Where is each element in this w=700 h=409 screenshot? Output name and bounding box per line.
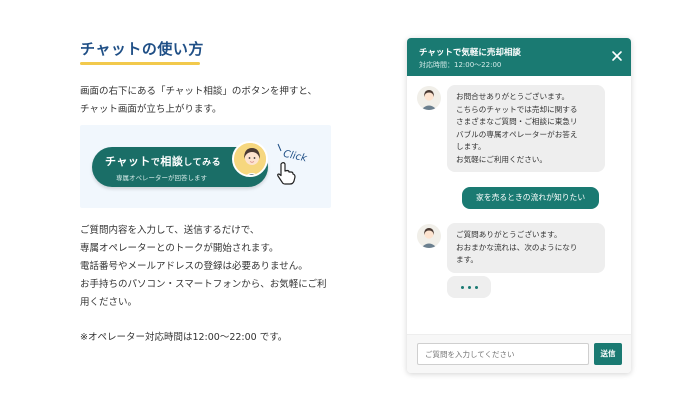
send-button[interactable]: 送信 bbox=[594, 343, 622, 365]
message-line: お気軽にご利用ください。 bbox=[456, 154, 547, 164]
intro-line: 画面の右下にある「チャット相談」のボタンを押すと、 bbox=[80, 86, 318, 97]
message-line: バブルの専属オペレーターがお答え bbox=[456, 129, 578, 139]
message-line: お問合せありがとうございます。 bbox=[456, 92, 570, 101]
operator-avatar-icon bbox=[232, 141, 268, 177]
chat-header: チャットで気軽に売却相談 対応時間：12:00〜22:00 bbox=[407, 38, 631, 76]
chat-footer: 送信 bbox=[407, 334, 631, 373]
chat-title: チャットで気軽に売却相談 bbox=[419, 48, 521, 58]
guide-intro: 画面の右下にある「チャット相談」のボタンを押すと、 チャット画面が立ち上がります… bbox=[80, 83, 317, 119]
message-line: ご質問ありがとうございます。 bbox=[456, 230, 562, 239]
user-message: 家を売るときの流れが知りたい bbox=[462, 187, 600, 209]
body-line: ご質問内容を入力して、送信するだけで、 bbox=[80, 225, 260, 236]
body-line: 電話番号やメールアドレスの登録は必要ありません。 bbox=[80, 261, 308, 272]
chat-consult-button-sublabel: 専属オペレーターが回答します bbox=[116, 174, 207, 182]
chat-window: チャットで気軽に売却相談 対応時間：12:00〜22:00 お問合せありがとうご… bbox=[407, 38, 631, 373]
close-icon[interactable] bbox=[611, 50, 623, 62]
message-line: さまざまなご質問・ご相談に東急リ bbox=[456, 117, 578, 126]
message-line: こちらのチャットでは売却に関する bbox=[456, 104, 578, 114]
chat-button-demo: チャットで相談してみる 専属オペレーターが回答します Click bbox=[80, 125, 331, 208]
message-line: します。 bbox=[456, 142, 486, 151]
body-line: 専属オペレーターとのトークが開始されます。 bbox=[80, 243, 279, 254]
typing-indicator bbox=[447, 276, 491, 298]
body-line: お手持ちのパソコン・スマートフォンから、お気軽にご利 bbox=[80, 279, 327, 290]
operator-avatar-icon bbox=[417, 86, 441, 110]
chat-hours: 対応時間：12:00〜22:00 bbox=[419, 61, 502, 69]
operator-avatar-icon bbox=[417, 224, 441, 248]
operator-message: ご質問ありがとうございます。 おおまかな流れは、次のようになり ます。 bbox=[447, 223, 605, 273]
message-line: おおまかな流れは、次のようになり bbox=[456, 242, 578, 252]
operator-message: お問合せありがとうございます。 こちらのチャットでは売却に関する さまざまなご質… bbox=[447, 85, 605, 172]
message-line: ます。 bbox=[456, 255, 479, 264]
body-line: 用ください。 bbox=[80, 297, 138, 308]
guide-heading: チャットの使い方 bbox=[80, 40, 204, 58]
intro-line: チャット画面が立ち上がります。 bbox=[80, 104, 222, 115]
chat-message-input[interactable] bbox=[417, 343, 589, 365]
guide-heading-underline bbox=[80, 62, 200, 65]
guide-body: ご質問内容を入力して、送信するだけで、 専属オペレーターとのトークが開始されます… bbox=[80, 222, 327, 312]
chat-consult-button-label: チャットで相談してみる bbox=[105, 155, 222, 168]
pointer-cursor-icon bbox=[277, 162, 296, 185]
hours-note: ※オペレーター対応時間は12:00〜22:00 です。 bbox=[80, 332, 288, 343]
